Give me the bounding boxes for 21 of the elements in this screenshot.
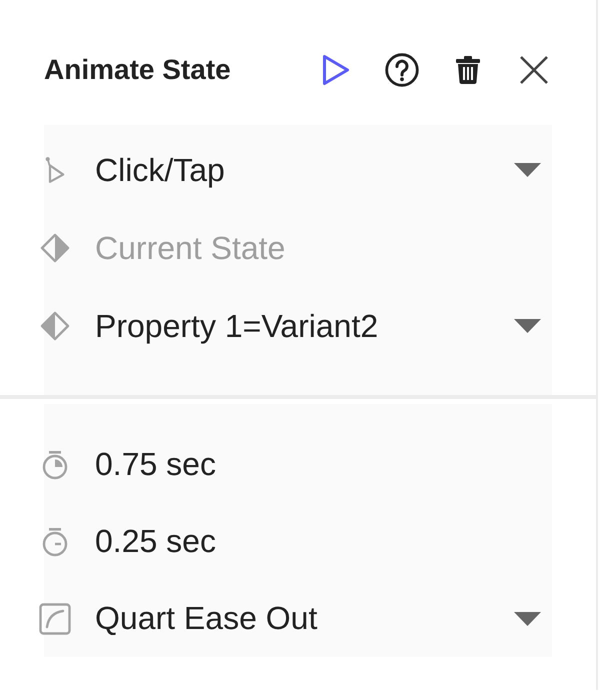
- caret-icon[interactable]: [514, 163, 541, 177]
- setting-value[interactable]: Quart Ease Out: [95, 600, 318, 637]
- setting-value[interactable]: 0.25 sec: [95, 523, 216, 560]
- help-icon: [385, 53, 419, 87]
- stopwatch-icon: [41, 450, 69, 480]
- panel-title: Animate State: [44, 54, 231, 86]
- easing-curve-icon: [39, 602, 71, 634]
- play-icon: [322, 54, 350, 86]
- caret-icon[interactable]: [514, 319, 541, 333]
- help-button[interactable]: [384, 52, 420, 88]
- half-diamond-icon: [40, 311, 70, 341]
- setting-value[interactable]: 0.75 sec: [95, 446, 216, 483]
- close-icon: [520, 56, 548, 84]
- cursor-icon: [45, 156, 65, 184]
- trash-icon: [456, 56, 480, 84]
- caret-icon[interactable]: [514, 612, 541, 626]
- stopwatch-icon: [41, 526, 69, 556]
- setting-value: Current State: [95, 230, 286, 266]
- setting-value[interactable]: Property 1=Variant2: [95, 308, 378, 344]
- half-diamond-icon: [40, 233, 70, 263]
- setting-value[interactable]: Click/Tap: [95, 152, 225, 188]
